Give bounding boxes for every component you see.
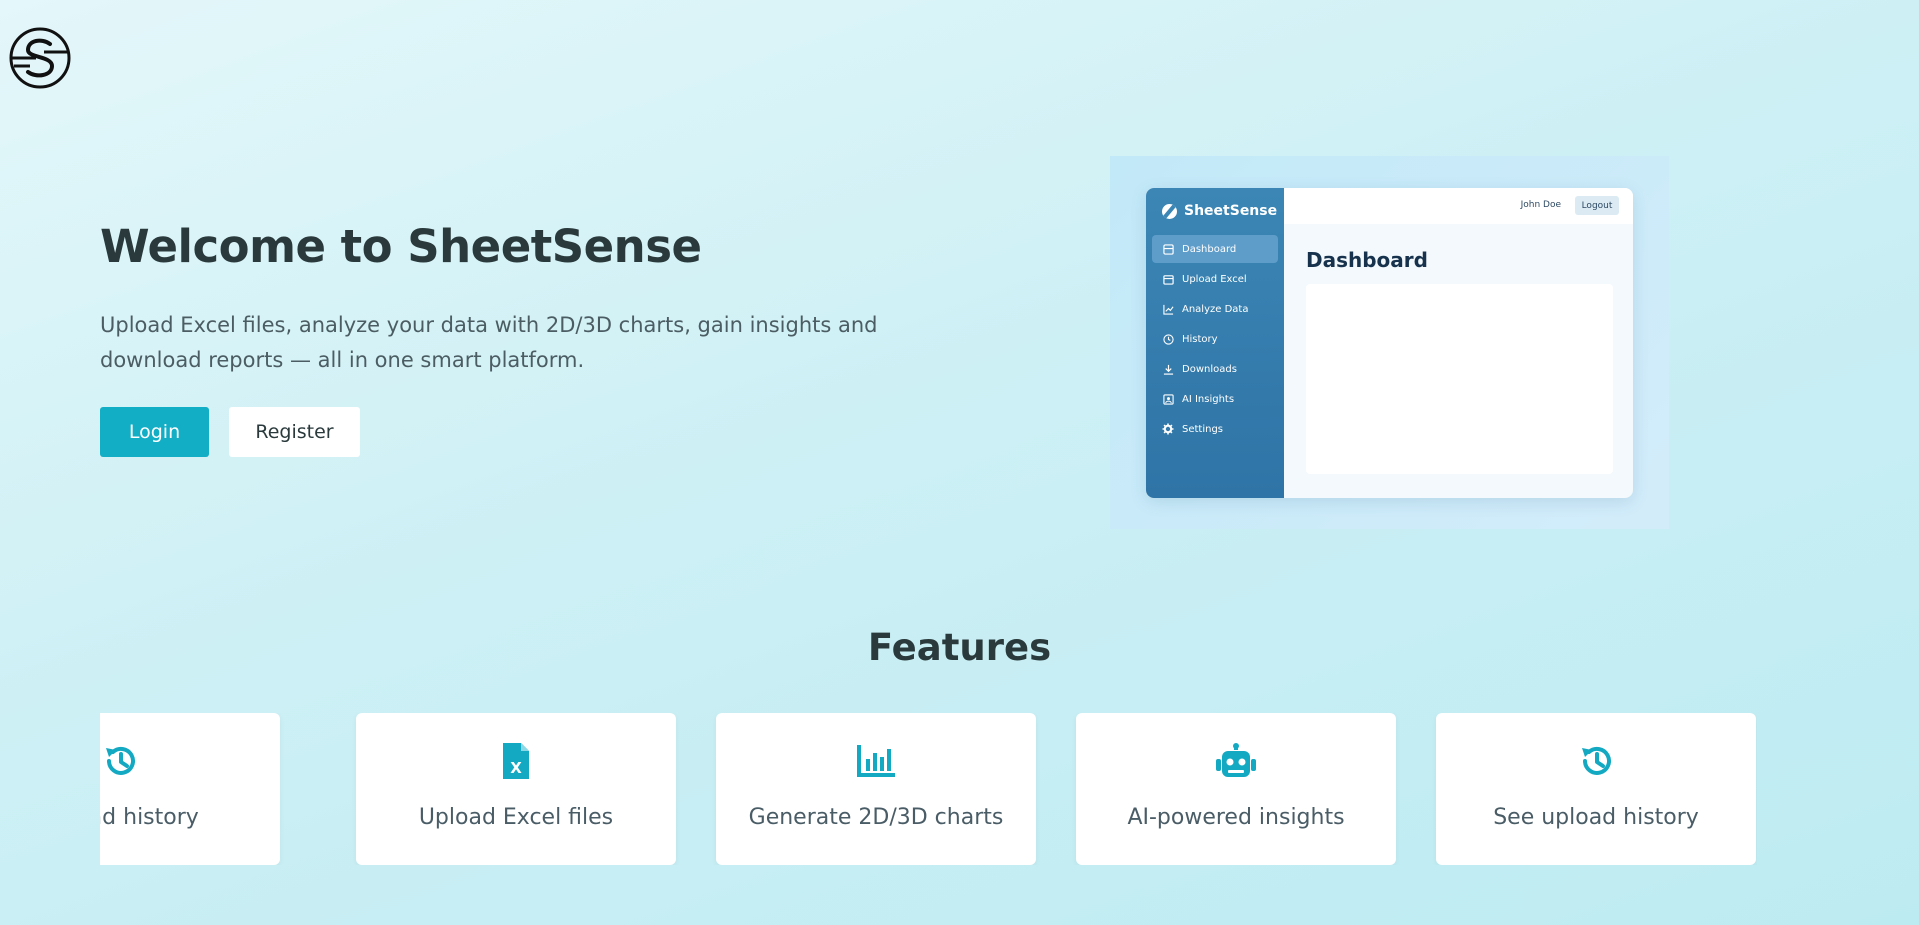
features-carousel[interactable]: upload history X Upload Excel files Gene… [100,713,1757,865]
mock-brand-name: SheetSense [1184,203,1278,219]
mock-nav-label: Downloads [1182,363,1237,375]
feature-card-upload-excel[interactable]: X Upload Excel files [356,713,676,865]
mock-nav-downloads[interactable]: Downloads [1152,355,1278,383]
sheetsense-logo-icon[interactable] [8,26,72,90]
feature-card-label: Upload Excel files [418,805,614,830]
mock-nav-label: History [1182,333,1218,345]
mock-nav-analyze-data[interactable]: Analyze Data [1152,295,1278,323]
feature-card-label: Generate 2D/3D charts [748,805,1004,830]
mock-nav-label: AI Insights [1182,393,1235,405]
feature-card-generate-charts[interactable]: Generate 2D/3D charts [716,713,1036,865]
ai-badge-icon [1162,393,1174,405]
mock-nav-label: Upload Excel [1182,273,1247,285]
hero-title: Welcome to SheetSense [100,220,702,273]
mock-logout-button[interactable]: Logout [1575,196,1619,215]
dashboard-preview: SheetSense Dashboard Upload Excel Analyz… [1110,156,1669,529]
bar-chart-icon [716,741,1036,781]
mock-user-name: John Doe [1520,200,1561,210]
mock-nav-history[interactable]: History [1152,325,1278,353]
mock-nav-label: Dashboard [1182,243,1237,255]
mock-nav-label: Analyze Data [1182,303,1249,315]
mock-brand-logo-icon [1162,203,1177,219]
dashboard-icon [1162,243,1174,255]
mock-topbar: John Doe Logout [1284,188,1633,224]
mock-nav: Dashboard Upload Excel Analyze Data Hist… [1152,235,1278,445]
feature-card-see-upload-history[interactable]: See upload history [1436,713,1756,865]
mock-nav-settings[interactable]: Settings [1152,415,1278,443]
feature-card-ai-insights[interactable]: AI-powered insights [1076,713,1396,865]
login-button[interactable]: Login [100,407,209,457]
download-icon [1162,363,1174,375]
mock-sidebar: SheetSense Dashboard Upload Excel Analyz… [1146,188,1284,498]
feature-card-label: See upload history [1493,805,1699,830]
gear-icon [1162,423,1174,435]
features-title: Features [867,626,1052,669]
folder-icon [1162,273,1174,285]
mock-nav-ai-insights[interactable]: AI Insights [1152,385,1278,413]
mock-brand: SheetSense [1162,203,1277,219]
mock-page-title: Dashboard [1306,248,1428,272]
register-button[interactable]: Register [229,407,360,457]
history-icon [1436,741,1756,781]
mock-nav-upload-excel[interactable]: Upload Excel [1152,265,1278,293]
mock-nav-dashboard[interactable]: Dashboard [1152,235,1278,263]
line-chart-icon [1162,303,1174,315]
robot-icon [1076,741,1396,781]
clock-icon [1162,333,1174,345]
mock-content-card [1306,284,1613,474]
excel-file-icon: X [356,741,676,781]
dashboard-mockup: SheetSense Dashboard Upload Excel Analyz… [1146,188,1633,498]
feature-card-label: upload history [100,805,199,830]
hero-description: Upload Excel files, analyze your data wi… [100,313,878,372]
svg-text:X: X [510,759,522,777]
history-icon [100,741,280,781]
feature-card-upload-history[interactable]: upload history [100,713,280,865]
feature-card-label: AI-powered insights [1127,805,1345,830]
mock-nav-label: Settings [1182,423,1224,435]
